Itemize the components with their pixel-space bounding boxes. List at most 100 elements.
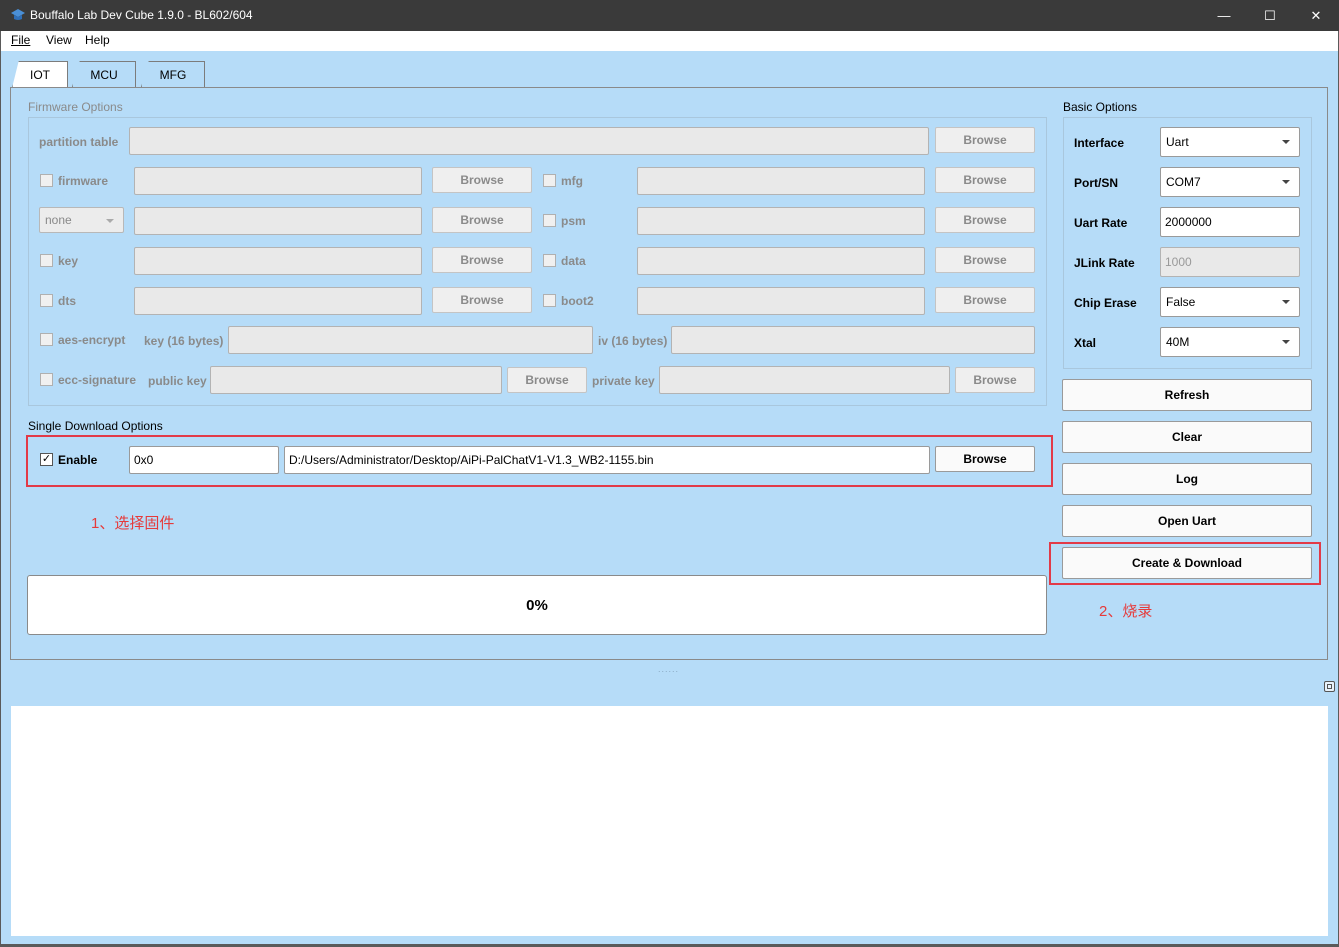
dts-checkbox[interactable]: [40, 294, 53, 307]
data-browse-button: Browse: [935, 247, 1035, 273]
chip-erase-label: Chip Erase: [1074, 296, 1137, 310]
address-input[interactable]: [129, 446, 279, 474]
partition-table-browse-button: Browse: [935, 127, 1035, 153]
minimize-button[interactable]: —: [1201, 0, 1247, 31]
data-label: data: [561, 254, 586, 268]
chevron-down-icon: [1282, 300, 1290, 304]
firmware-checkbox[interactable]: [40, 174, 53, 187]
data-field: [637, 247, 925, 275]
refresh-button[interactable]: Refresh: [1062, 379, 1312, 411]
open-uart-button[interactable]: Open Uart: [1062, 505, 1312, 537]
single-download-title: Single Download Options: [28, 419, 163, 433]
splitter-handle[interactable]: ......: [658, 664, 679, 674]
data-checkbox[interactable]: [543, 254, 556, 267]
xtal-select[interactable]: 40M: [1160, 327, 1300, 357]
psm-field: [637, 207, 925, 235]
chip-erase-value: False: [1166, 295, 1196, 309]
port-select[interactable]: COM7: [1160, 167, 1300, 197]
dts-field: [134, 287, 422, 315]
create-download-button[interactable]: Create & Download: [1062, 547, 1312, 579]
annotation-step2: 2、烧录: [1099, 603, 1153, 620]
tab-iot[interactable]: IOT: [12, 61, 68, 88]
mfg-field: [637, 167, 925, 195]
chevron-down-icon: [106, 219, 114, 223]
enable-label: Enable: [58, 453, 98, 467]
firmware-browse-button: Browse: [432, 167, 532, 193]
none-field: [134, 207, 422, 235]
aes-key-label: key (16 bytes): [144, 334, 224, 348]
partition-table-label: partition table: [39, 135, 119, 149]
psm-browse-button: Browse: [935, 207, 1035, 233]
firmware-path-input[interactable]: [284, 446, 930, 474]
none-browse-button: Browse: [432, 207, 532, 233]
key-browse-button: Browse: [432, 247, 532, 273]
dts-label: dts: [58, 294, 76, 308]
none-select-value: none: [45, 213, 72, 227]
boot2-field: [637, 287, 925, 315]
chevron-down-icon: [1282, 140, 1290, 144]
firmware-field: [134, 167, 422, 195]
aes-encrypt-label: aes-encrypt: [58, 333, 126, 347]
menu-view[interactable]: View: [46, 33, 72, 47]
key-field: [134, 247, 422, 275]
aes-iv-label: iv (16 bytes): [598, 334, 668, 348]
key-checkbox[interactable]: [40, 254, 53, 267]
partition-table-field: [129, 127, 929, 155]
uart-rate-input[interactable]: [1160, 207, 1300, 237]
jlink-rate-input: [1160, 247, 1300, 277]
none-select: none: [39, 207, 124, 233]
progress-text: 0%: [526, 596, 548, 614]
menu-bar: File View Help: [1, 31, 1338, 51]
progress-bar: 0%: [27, 575, 1047, 635]
float-dock-icon[interactable]: [1324, 681, 1335, 692]
annotation-step1: 1、选择固件: [91, 515, 175, 532]
private-key-browse-button: Browse: [955, 367, 1035, 393]
xtal-label: Xtal: [1074, 336, 1097, 350]
maximize-button[interactable]: ☐: [1247, 0, 1293, 31]
menu-help[interactable]: Help: [85, 33, 110, 47]
close-button[interactable]: ✕: [1293, 0, 1339, 31]
boot2-checkbox[interactable]: [543, 294, 556, 307]
mfg-browse-button: Browse: [935, 167, 1035, 193]
tab-mfg[interactable]: MFG: [141, 61, 205, 87]
aes-key-field: [228, 326, 593, 354]
dts-browse-button: Browse: [432, 287, 532, 313]
port-label: Port/SN: [1074, 176, 1119, 190]
enable-checkbox[interactable]: ✓: [40, 453, 53, 466]
clear-button[interactable]: Clear: [1062, 421, 1312, 453]
private-key-label: private key: [592, 374, 655, 388]
interface-label: Interface: [1074, 136, 1125, 150]
menu-file[interactable]: File: [11, 33, 30, 47]
key-label: key: [58, 254, 79, 268]
uart-rate-label: Uart Rate: [1074, 216, 1128, 230]
public-key-browse-button: Browse: [507, 367, 587, 393]
title-bar: Bouffalo Lab Dev Cube 1.9.0 - BL602/604 …: [0, 0, 1339, 31]
jlink-rate-label: JLink Rate: [1074, 256, 1135, 270]
public-key-field: [210, 366, 502, 394]
mfg-label: mfg: [561, 174, 583, 188]
port-value: COM7: [1166, 175, 1201, 189]
psm-label: psm: [561, 214, 586, 228]
firmware-options-title: Firmware Options: [28, 100, 123, 114]
log-button[interactable]: Log: [1062, 463, 1312, 495]
interface-select[interactable]: Uart: [1160, 127, 1300, 157]
app-logo-icon: [11, 9, 25, 20]
psm-checkbox[interactable]: [543, 214, 556, 227]
log-output-area[interactable]: [11, 706, 1328, 936]
basic-options-title: Basic Options: [1063, 100, 1138, 114]
interface-value: Uart: [1166, 135, 1189, 149]
window-title: Bouffalo Lab Dev Cube 1.9.0 - BL602/604: [30, 8, 253, 22]
mfg-checkbox[interactable]: [543, 174, 556, 187]
aes-encrypt-checkbox[interactable]: [40, 333, 53, 346]
chip-erase-select[interactable]: False: [1160, 287, 1300, 317]
ecc-signature-checkbox[interactable]: [40, 373, 53, 386]
tab-mcu[interactable]: MCU: [72, 61, 136, 87]
ecc-signature-label: ecc-signature: [58, 373, 137, 387]
aes-iv-field: [671, 326, 1035, 354]
public-key-label: public key: [148, 374, 207, 388]
boot2-browse-button: Browse: [935, 287, 1035, 313]
boot2-label: boot2: [561, 294, 594, 308]
single-download-browse-button[interactable]: Browse: [935, 446, 1035, 472]
xtal-value: 40M: [1166, 335, 1190, 349]
chevron-down-icon: [1282, 340, 1290, 344]
